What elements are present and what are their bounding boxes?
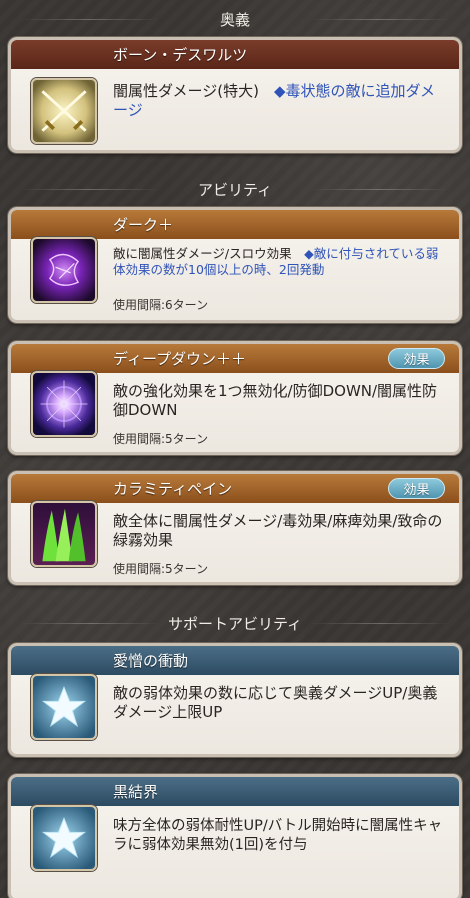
dark-plus-desc-plain: 敵に闇属性ダメージ/スロウ効果 (113, 246, 305, 261)
crossed-swords-icon (31, 78, 97, 144)
dark-plus-cooldown: 使用間隔:6ターン (113, 298, 209, 312)
section-title-ougi: 奥義 (219, 10, 250, 29)
ougi-card[interactable]: ボーン・デスワルツ 闇属性ダメージ(特大) ◆毒状態の敵に追加ダメージ (8, 37, 462, 153)
section-header-ougi: 奥義 (0, 4, 470, 34)
black-barrier-title: 黒結界 (113, 783, 159, 801)
ougi-desc-plain: 闇属性ダメージ(特大) (113, 82, 274, 100)
star-icon (31, 805, 97, 871)
section-title-ability: アビリティ (197, 180, 273, 199)
black-barrier-description: 味方全体の弱体耐性UP/バトル開始時に闇属性キャラに弱体効果無効(1回)を付与 (113, 818, 443, 853)
section-header-ability: アビリティ (0, 174, 470, 204)
love-hate-description: 敵の弱体効果の数に応じて奥義ダメージUP/奥義ダメージ上限UP (113, 684, 438, 722)
ougi-card-title: ボーン・デスワルツ (113, 46, 248, 64)
calamity-pain-cooldown: 使用間隔:5ターン (113, 562, 209, 576)
green-flames-icon (31, 501, 97, 567)
deep-down-description: 敵の強化効果を1つ無効化/防御DOWN/闇属性防御DOWN (113, 382, 438, 420)
black-barrier-titlebar: 黒結界 (11, 777, 459, 806)
support-card-black-barrier[interactable]: 黒結界 味方全体の弱体耐性UP/バトル開始時に闇属性キャラに弱体効果無効(1回)… (8, 774, 462, 898)
calamity-pain-title: カラミティペイン (113, 480, 233, 498)
ougi-card-titlebar: ボーン・デスワルツ (11, 40, 459, 69)
ability-card-deep-down[interactable]: ディープダウン＋＋ 効果 敵の強化効果を1つ無効化/防御DOWN/闇属性防御DO… (8, 341, 462, 455)
love-hate-title: 愛憎の衝動 (113, 652, 189, 670)
ability-card-calamity-pain[interactable]: カラミティペイン 効果 敵全体に闇属性ダメージ/毒効果/麻痺効果/致命の緑霧効果… (8, 471, 462, 585)
dark-burst-icon (31, 237, 97, 303)
ougi-card-description: 闇属性ダメージ(特大) ◆毒状態の敵に追加ダメージ (113, 82, 445, 120)
purple-orb-icon (31, 371, 97, 437)
calamity-pain-description: 敵全体に闇属性ダメージ/毒効果/麻痺効果/致命の緑霧効果 (113, 512, 443, 550)
support-card-love-hate[interactable]: 愛憎の衝動 敵の弱体効果の数に応じて奥義ダメージUP/奥義ダメージ上限UP (8, 643, 462, 757)
ability-card-dark-plus[interactable]: ダーク＋ 敵に闇属性ダメージ/スロウ効果 ◆敵に付与されている弱体効果の数が10… (8, 207, 462, 323)
section-header-support: サポートアビリティ (0, 608, 470, 638)
effect-badge-button[interactable]: 効果 (388, 478, 445, 499)
ability-card-title: ダーク＋ (113, 216, 174, 234)
deep-down-cooldown: 使用間隔:5ターン (113, 432, 209, 446)
section-title-support: サポートアビリティ (167, 614, 303, 633)
star-icon (31, 674, 97, 740)
dark-plus-description: 敵に闇属性ダメージ/スロウ効果 ◆敵に付与されている弱体効果の数が10個以上の時… (113, 246, 445, 278)
effect-badge-button[interactable]: 効果 (388, 348, 445, 369)
love-hate-titlebar: 愛憎の衝動 (11, 646, 459, 675)
deep-down-title: ディープダウン＋＋ (113, 350, 247, 368)
ability-card-titlebar: ダーク＋ (11, 210, 459, 239)
